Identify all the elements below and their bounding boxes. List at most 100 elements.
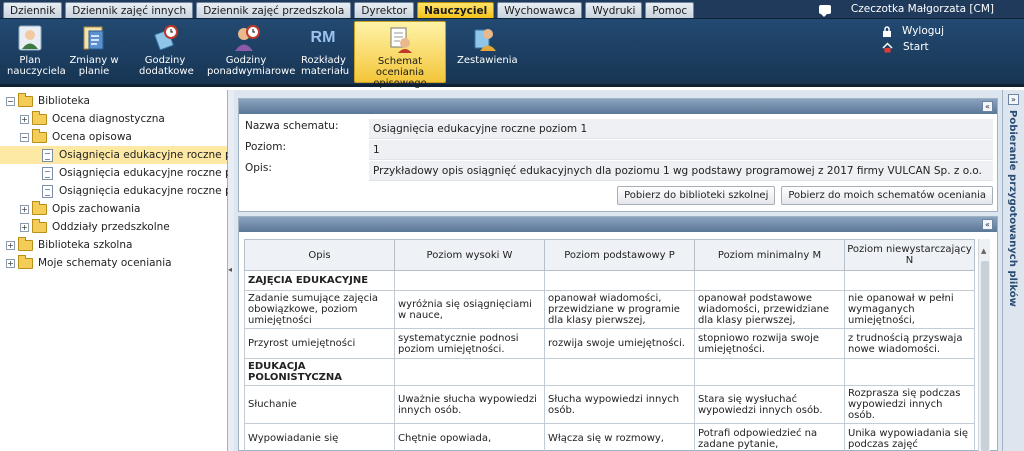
ribbon-label: planie bbox=[78, 66, 110, 77]
schemat-oceniania-opisowego-button[interactable]: Schemat oceniania opisowego bbox=[354, 21, 446, 89]
tab-pomoc[interactable]: Pomoc bbox=[645, 2, 695, 18]
grid-vertical-scrollbar[interactable]: ▲ bbox=[978, 239, 990, 451]
tree-node-schema-1[interactable]: Osiągnięcia edukacyjne roczne po... bbox=[0, 146, 248, 164]
zestawienia-button[interactable]: Zestawienia bbox=[454, 21, 518, 83]
expand-icon[interactable]: + bbox=[20, 204, 29, 214]
collapse-icon[interactable]: − bbox=[20, 132, 29, 142]
schema-name-label: Nazwa schematu: bbox=[245, 120, 339, 132]
table-header-row: Opis Poziom wysoki W Poziom podstawowy P… bbox=[244, 239, 975, 271]
download-to-school-library-button[interactable]: Pobierz do biblioteki szkolnej bbox=[617, 186, 776, 205]
table-row[interactable]: Przyrost umiejętności systematycznie pod… bbox=[244, 328, 975, 359]
tab-dyrektor[interactable]: Dyrektor bbox=[354, 2, 415, 18]
table-cell: opanował wiadomości, przewidziane w prog… bbox=[544, 290, 695, 329]
scrollbar-thumb[interactable] bbox=[981, 261, 989, 451]
ribbon-label: dodatkowe bbox=[139, 66, 194, 77]
ribbon-label: Zmiany w bbox=[69, 55, 119, 66]
tree-node-ocena-diagnostyczna[interactable]: + Ocena diagnostyczna bbox=[6, 110, 227, 128]
splitter-arrow-icon[interactable]: ◂ bbox=[228, 265, 232, 274]
expand-icon[interactable]: + bbox=[20, 222, 29, 232]
tree-node-moje-schematy[interactable]: + Moje schematy oceniania bbox=[6, 254, 227, 272]
table-cell: Wypowiadanie się bbox=[244, 423, 395, 451]
table-cell: nie opanował w pełni wymaganych umiejętn… bbox=[844, 290, 975, 329]
table-cell bbox=[544, 270, 695, 291]
module-tabs: Dziennik Dziennik zajęć innych Dziennik … bbox=[3, 2, 695, 18]
table-cell bbox=[544, 358, 695, 386]
tree-node-label: Opis zachowania bbox=[52, 203, 141, 215]
table-cell: systematycznie podnosi poziom umiejętnoś… bbox=[394, 328, 545, 359]
scroll-up-icon[interactable]: ▲ bbox=[981, 247, 986, 255]
table-cell bbox=[844, 358, 975, 386]
tab-dziennik-zajec-innych[interactable]: Dziennik zajęć innych bbox=[65, 2, 194, 18]
download-to-my-schemas-button[interactable]: Pobierz do moich schematów oceniania bbox=[781, 186, 993, 205]
logout-link[interactable]: Wyloguj bbox=[882, 23, 944, 39]
home-icon bbox=[882, 41, 893, 52]
table-cell: Słucha wypowiedzi innych osób. bbox=[544, 385, 695, 424]
collapse-panel-icon[interactable]: « bbox=[982, 219, 993, 230]
session-links: Wyloguj Start bbox=[882, 23, 944, 55]
tree-node-label: Ocena diagnostyczna bbox=[52, 113, 165, 125]
expand-icon[interactable]: + bbox=[6, 240, 15, 250]
table-cell: Stara się wysłuchać wypowiedzi innych os… bbox=[694, 385, 845, 424]
teacher-plan-icon bbox=[18, 25, 42, 51]
collapse-panel-icon[interactable]: « bbox=[982, 101, 993, 112]
tab-wychowawca[interactable]: Wychowawca bbox=[497, 2, 583, 18]
tree-node-opis-zachowania[interactable]: + Opis zachowania bbox=[6, 200, 227, 218]
tree-node-oddzialy-przedszkolne[interactable]: + Oddziały przedszkolne bbox=[6, 218, 227, 236]
tab-dziennik-zajec-przedszkola[interactable]: Dziennik zajęć przedszkola bbox=[196, 2, 352, 18]
top-menu-bar: Dziennik Dziennik zajęć innych Dziennik … bbox=[0, 0, 1024, 19]
rozklady-materialu-button[interactable]: RM Rozkłady materiału bbox=[298, 21, 349, 83]
table-cell bbox=[394, 358, 545, 386]
column-header-poziom-niewystarczajacy[interactable]: Poziom niewystarczający N bbox=[844, 239, 975, 271]
tab-dziennik[interactable]: Dziennik bbox=[3, 2, 63, 18]
files-side-panel[interactable]: » Pobieranie przygotowanych plików bbox=[1002, 90, 1024, 451]
godziny-dodatkowe-button[interactable]: Godziny dodatkowe bbox=[136, 21, 194, 83]
ribbon-label: Godziny bbox=[144, 55, 186, 66]
category-label: ZAJĘCIA EDUKACYJNE bbox=[244, 270, 395, 291]
lock-icon bbox=[883, 25, 891, 37]
tab-wydruki[interactable]: Wydruki bbox=[585, 2, 643, 18]
tree-node-ocena-opisowa[interactable]: − Ocena opisowa bbox=[6, 128, 227, 146]
start-label: Start bbox=[903, 41, 929, 53]
message-icon[interactable] bbox=[818, 5, 831, 17]
user-name[interactable]: Czeczotka Małgorzata [CM] bbox=[851, 2, 994, 17]
column-header-poziom-podstawowy[interactable]: Poziom podstawowy P bbox=[544, 239, 695, 271]
godziny-ponadwymiarowe-button[interactable]: Godziny ponadwymiarowe bbox=[204, 21, 295, 83]
folder-icon bbox=[18, 236, 33, 251]
table-row[interactable]: Wypowiadanie się Chętnie opowiada, Włącz… bbox=[244, 423, 975, 451]
start-link[interactable]: Start bbox=[882, 39, 944, 55]
tree-node-schema-2[interactable]: Osiągnięcia edukacyjne roczne po... bbox=[6, 164, 248, 182]
zmiany-w-planie-button[interactable]: Zmiany w planie bbox=[66, 21, 122, 83]
schema-level-row: Poziom: 1 bbox=[243, 140, 993, 160]
library-tree-panel: − Biblioteka + Ocena diagnostyczna − Oce… bbox=[0, 90, 248, 451]
schema-grid-panel: « Opis Poziom wysoki W Poziom podstawowy… bbox=[238, 216, 998, 451]
tree-node-biblioteka-szkolna[interactable]: + Biblioteka szkolna bbox=[6, 236, 227, 254]
table-cell: Potrafi odpowiedzieć na zadane pytanie, bbox=[694, 423, 845, 451]
descriptive-schema-icon bbox=[390, 27, 412, 53]
expand-side-panel-icon[interactable]: » bbox=[1008, 94, 1019, 105]
grid-panel-header: « bbox=[239, 217, 997, 232]
column-header-opis[interactable]: Opis bbox=[244, 239, 395, 271]
column-header-poziom-minimalny[interactable]: Poziom minimalny M bbox=[694, 239, 845, 271]
table-row[interactable]: Słuchanie Uważnie słucha wypowiedzi inny… bbox=[244, 385, 975, 424]
table-cell bbox=[844, 270, 975, 291]
ribbon-toolbar: Plan nauczyciela Zmiany w planie Godziny… bbox=[0, 19, 1024, 89]
ribbon-label: opisowego bbox=[373, 78, 427, 89]
summary-icon bbox=[474, 29, 496, 51]
column-header-poziom-wysoki[interactable]: Poziom wysoki W bbox=[394, 239, 545, 271]
side-panel-title[interactable]: Pobieranie przygotowanych plików bbox=[1007, 110, 1018, 307]
tab-nauczyciel[interactable]: Nauczyciel bbox=[417, 2, 495, 18]
ribbon-label: Plan bbox=[19, 55, 41, 66]
table-category-row[interactable]: ZAJĘCIA EDUKACYJNE bbox=[244, 270, 975, 291]
table-category-row[interactable]: EDUKACJA POLONISTYCZNA bbox=[244, 358, 975, 386]
expand-icon[interactable]: + bbox=[20, 114, 29, 124]
tree-node-biblioteka[interactable]: − Biblioteka bbox=[6, 92, 227, 110]
ribbon-label: Rozkłady bbox=[301, 55, 346, 66]
schema-grid: Opis Poziom wysoki W Poziom podstawowy P… bbox=[244, 239, 994, 451]
tree-node-schema-3[interactable]: Osiągnięcia edukacyjne roczne po... bbox=[6, 182, 248, 200]
plan-nauczyciela-button[interactable]: Plan nauczyciela bbox=[4, 21, 66, 83]
plan-changes-icon bbox=[83, 26, 104, 50]
expand-icon[interactable]: + bbox=[6, 258, 15, 268]
table-row[interactable]: Zadanie sumujące zajęcia obowiązkowe, po… bbox=[244, 290, 975, 329]
collapse-icon[interactable]: − bbox=[6, 96, 15, 106]
rm-icon: RM bbox=[310, 29, 336, 46]
